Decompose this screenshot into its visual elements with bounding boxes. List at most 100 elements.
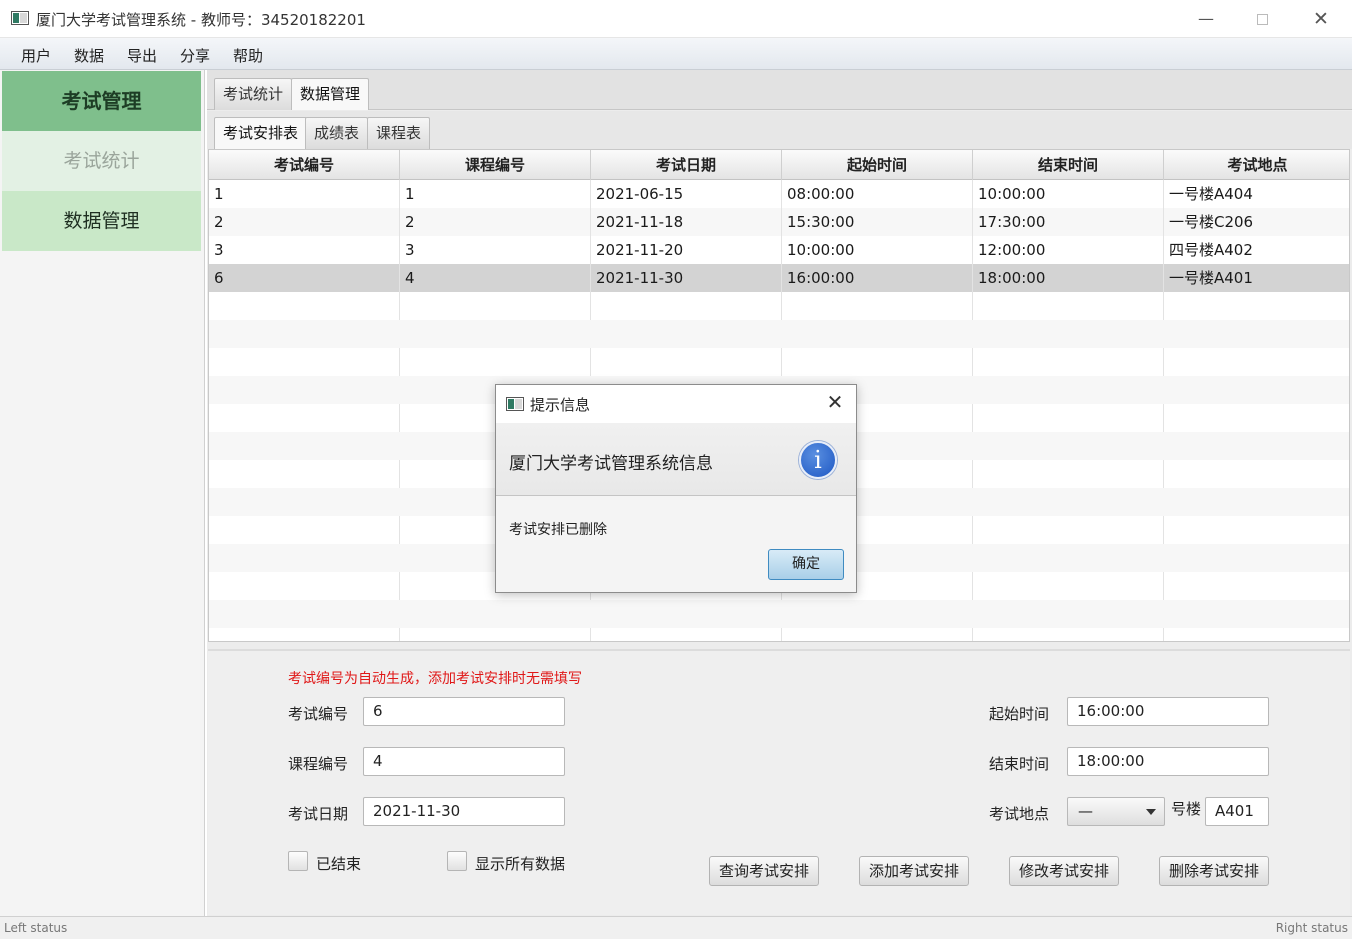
end-time-label: 结束时间 <box>989 755 1050 773</box>
dialog-close-button[interactable]: ✕ <box>822 390 848 414</box>
exam-id-input[interactable]: 6 <box>363 697 565 726</box>
tab-data-management[interactable]: 数据管理 <box>291 78 370 110</box>
window-title: 厦门大学考试管理系统 - 教师号：34520182201 <box>36 11 366 29</box>
cell-location: 一号楼A401 <box>1169 269 1253 287</box>
show-all-checkbox[interactable] <box>447 851 467 871</box>
main-tab-bar: 考试统计 数据管理 <box>207 70 1352 110</box>
cell-end-time: 18:00:00 <box>973 264 1164 292</box>
cell-course-id: 1 <box>400 180 591 208</box>
exam-form: 考试编号为自动生成，添加考试安排时无需填写 考试编号 6 课程编号 4 考试日期… <box>208 649 1350 915</box>
room-input[interactable]: A401 <box>1205 797 1269 826</box>
cell-location: 一号楼C206 <box>1169 213 1254 231</box>
cell-location: 一号楼A404 <box>1169 185 1253 203</box>
dialog-app-icon <box>506 397 524 411</box>
cell-course-id: 3 <box>400 236 591 264</box>
status-bar: Left status Right status <box>0 916 1352 939</box>
exam-id-label: 考试编号 <box>288 705 349 723</box>
start-time-label: 起始时间 <box>989 705 1050 723</box>
dialog-title-bar: 提示信息 ✕ <box>496 385 856 423</box>
cell-location: 四号楼A402 <box>1169 241 1253 259</box>
sidebar: 考试管理 考试统计 数据管理 <box>0 70 205 916</box>
exam-date-input[interactable]: 2021-11-30 <box>363 797 565 826</box>
cell-exam-date: 2021-11-30 <box>591 264 782 292</box>
menu-help[interactable]: 帮助 <box>233 45 263 66</box>
info-icon: i <box>799 441 837 479</box>
app-icon <box>11 11 29 25</box>
column-header-location[interactable]: 考试地点 <box>1164 150 1349 180</box>
course-id-input[interactable]: 4 <box>363 747 565 776</box>
menu-bar: 用户 数据 导出 分享 帮助 <box>0 38 1352 70</box>
sub-tab-bar: 考试安排表 成绩表 课程表 <box>207 111 1352 149</box>
cell-exam-id: 2 <box>209 208 400 236</box>
cell-start-time: 16:00:00 <box>782 264 973 292</box>
course-id-label: 课程编号 <box>288 755 349 773</box>
auto-id-hint: 考试编号为自动生成，添加考试安排时无需填写 <box>288 671 582 687</box>
column-header-course-id[interactable]: 课程编号 <box>400 150 591 180</box>
maximize-button[interactable] <box>1239 4 1285 34</box>
cell-exam-date: 2021-11-18 <box>591 208 782 236</box>
cell-start-time: 10:00:00 <box>782 236 973 264</box>
show-all-label: 显示所有数据 <box>475 855 566 873</box>
menu-share[interactable]: 分享 <box>180 45 210 66</box>
exam-date-label: 考试日期 <box>288 805 349 823</box>
ok-button[interactable]: 确定 <box>768 549 844 580</box>
column-header-exam-id[interactable]: 考试编号 <box>209 150 400 180</box>
table-header: 考试编号 课程编号 考试日期 起始时间 结束时间 考试地点 <box>209 150 1349 180</box>
menu-export[interactable]: 导出 <box>127 45 157 66</box>
cell-start-time: 08:00:00 <box>782 180 973 208</box>
cell-course-id: 2 <box>400 208 591 236</box>
tab-exam-schedule[interactable]: 考试安排表 <box>214 117 308 149</box>
tab-courses[interactable]: 课程表 <box>367 117 431 149</box>
tab-exam-stats[interactable]: 考试统计 <box>214 78 293 110</box>
maximize-icon <box>1256 14 1268 25</box>
cell-exam-id: 1 <box>209 180 400 208</box>
close-button[interactable]: ✕ <box>1298 4 1344 34</box>
dialog-message: 考试安排已删除 <box>509 522 607 538</box>
status-left: Left status <box>4 921 68 935</box>
cell-start-time: 15:30:00 <box>782 208 973 236</box>
table-row-selected[interactable]: 6 4 2021-11-30 16:00:00 18:00:00 一号楼A401 <box>209 264 1349 292</box>
minimize-button[interactable]: — <box>1183 4 1229 34</box>
sidebar-item-data-management[interactable]: 数据管理 <box>2 191 201 251</box>
dialog-header-text: 厦门大学考试管理系统信息 <box>509 454 713 474</box>
cell-exam-id: 6 <box>209 264 400 292</box>
cell-end-time: 10:00:00 <box>973 180 1164 208</box>
info-dialog: 提示信息 ✕ 厦门大学考试管理系统信息 i 考试安排已删除 确定 <box>495 384 857 593</box>
end-time-input[interactable]: 18:00:00 <box>1067 747 1269 776</box>
table-row[interactable]: 3 3 2021-11-20 10:00:00 12:00:00 四号楼A402 <box>209 236 1349 264</box>
modify-exam-button[interactable]: 修改考试安排 <box>1009 856 1120 886</box>
menu-user[interactable]: 用户 <box>21 45 51 66</box>
cell-exam-date: 2021-06-15 <box>591 180 782 208</box>
menu-data[interactable]: 数据 <box>74 45 104 66</box>
sidebar-header[interactable]: 考试管理 <box>2 71 201 131</box>
building-select-value: — <box>1078 802 1093 820</box>
building-suffix-label: 号楼 <box>1171 800 1202 818</box>
building-select[interactable]: — <box>1067 797 1165 826</box>
column-header-exam-date[interactable]: 考试日期 <box>591 150 782 180</box>
cell-exam-id: 3 <box>209 236 400 264</box>
table-row[interactable]: 1 1 2021-06-15 08:00:00 10:00:00 一号楼A404 <box>209 180 1349 208</box>
title-bar: 厦门大学考试管理系统 - 教师号：34520182201 — ✕ <box>0 0 1352 38</box>
delete-exam-button[interactable]: 删除考试安排 <box>1159 856 1270 886</box>
empty-row <box>209 600 1349 628</box>
cell-exam-date: 2021-11-20 <box>591 236 782 264</box>
cell-course-id: 4 <box>400 264 591 292</box>
dialog-header: 厦门大学考试管理系统信息 i <box>496 423 856 496</box>
add-exam-button[interactable]: 添加考试安排 <box>859 856 970 886</box>
column-header-start-time[interactable]: 起始时间 <box>782 150 973 180</box>
dialog-title: 提示信息 <box>530 396 591 414</box>
status-right: Right status <box>1275 921 1348 935</box>
finished-label: 已结束 <box>316 855 362 873</box>
location-label: 考试地点 <box>989 805 1050 823</box>
empty-row <box>209 320 1349 348</box>
cell-end-time: 17:30:00 <box>973 208 1164 236</box>
table-row[interactable]: 2 2 2021-11-18 15:30:00 17:30:00 一号楼C206 <box>209 208 1349 236</box>
tab-grades[interactable]: 成绩表 <box>305 117 369 149</box>
start-time-input[interactable]: 16:00:00 <box>1067 697 1269 726</box>
dropdown-arrow-icon <box>1146 809 1156 815</box>
sidebar-item-exam-stats[interactable]: 考试统计 <box>2 131 201 191</box>
cell-end-time: 12:00:00 <box>973 236 1164 264</box>
finished-checkbox[interactable] <box>288 851 308 871</box>
query-exam-button[interactable]: 查询考试安排 <box>709 856 820 886</box>
column-header-end-time[interactable]: 结束时间 <box>973 150 1164 180</box>
